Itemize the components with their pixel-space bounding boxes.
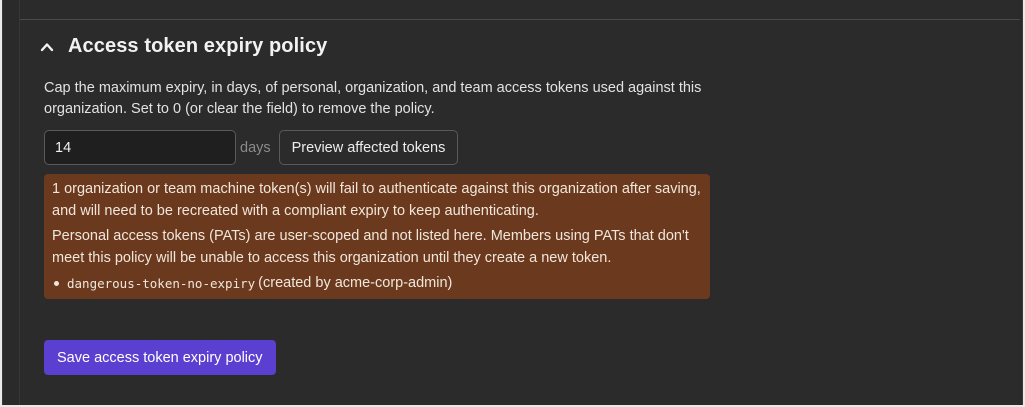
token-name: dangerous-token-no-expiry <box>67 276 256 291</box>
affected-token-list: dangerous-token-no-expiry (created by ac… <box>52 273 702 295</box>
section-divider <box>20 19 1020 20</box>
days-unit-label: days <box>240 139 271 156</box>
preview-affected-tokens-button[interactable]: Preview affected tokens <box>278 130 459 165</box>
section-header-toggle[interactable]: Access token expiry policy <box>40 35 327 58</box>
window-frame: Access token expiry policy Cap the maxim… <box>0 0 1025 407</box>
chevron-up-icon[interactable] <box>40 40 54 54</box>
settings-panel: Access token expiry policy Cap the maxim… <box>2 0 1023 405</box>
token-creator: (created by acme-corp-admin) <box>258 275 453 291</box>
save-expiry-policy-button[interactable]: Save access token expiry policy <box>44 340 276 375</box>
expiry-days-input[interactable] <box>44 130 236 165</box>
settings-content: Access token expiry policy Cap the maxim… <box>19 0 1020 405</box>
pat-warning-text: Personal access tokens (PATs) are user-s… <box>52 228 689 266</box>
affected-tokens-warning: 1 organization or team machine token(s) … <box>44 174 710 299</box>
list-item: dangerous-token-no-expiry (created by ac… <box>52 273 702 295</box>
section-description: Cap the maximum expiry, in days, of pers… <box>44 80 702 117</box>
bullet-icon <box>54 281 59 287</box>
machine-tokens-warning-text: 1 organization or team machine token(s) … <box>52 181 701 219</box>
expiry-input-row: days Preview affected tokens <box>44 130 459 165</box>
section-title: Access token expiry policy <box>68 35 328 57</box>
